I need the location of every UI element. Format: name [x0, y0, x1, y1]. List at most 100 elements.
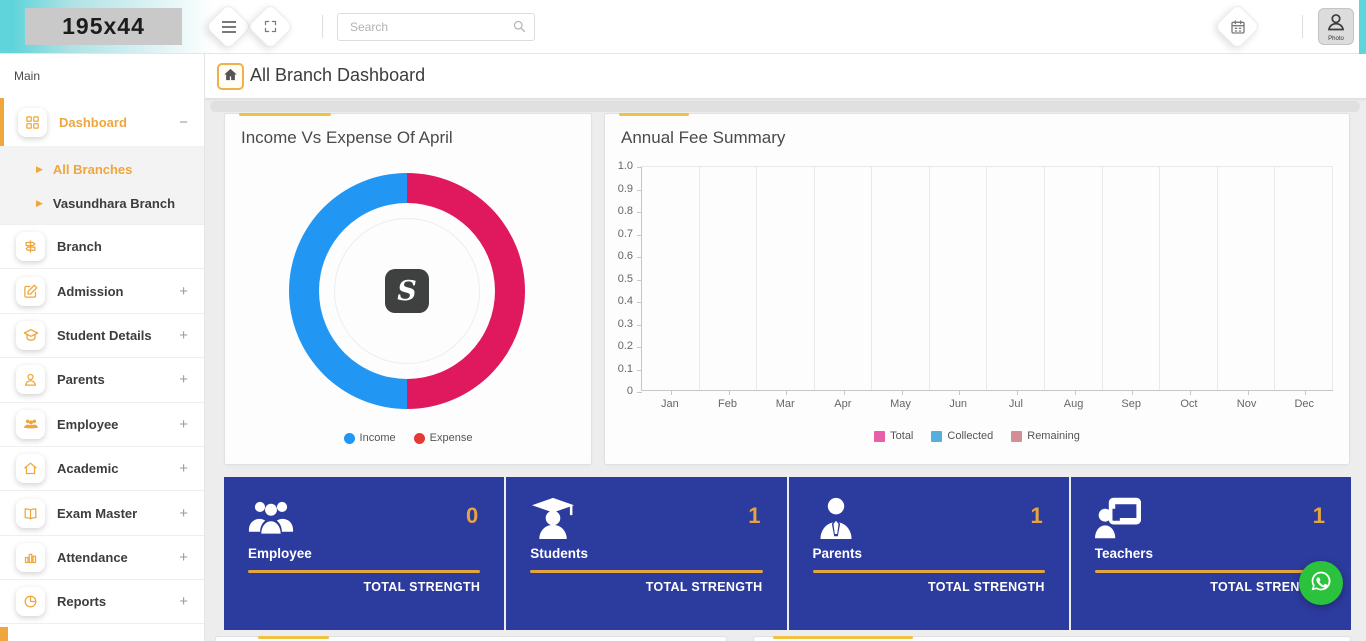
- gridline-column: [757, 167, 815, 390]
- caret-icon: ▶: [36, 164, 43, 175]
- legend-dot: [414, 433, 425, 444]
- annual-fee-card: Annual Fee Summary JanFebMarAprMayJunJul…: [604, 113, 1350, 465]
- sidebar-item-parents[interactable]: Parents+: [0, 357, 204, 401]
- fee-x-axis-labels: JanFebMarAprMayJunJulAugSepOctNovDec: [641, 398, 1333, 410]
- sidebar-item-student-details[interactable]: Student Details+: [0, 313, 204, 357]
- whatsapp-button[interactable]: [1299, 561, 1343, 605]
- bar-chart-icon: [16, 543, 45, 572]
- people-icon: [16, 410, 45, 439]
- x-axis-tick: [729, 390, 730, 395]
- legend-item-expense: Expense: [414, 432, 473, 444]
- x-axis-tick: [786, 390, 787, 395]
- sidebar-subitem-vasundhara-branch[interactable]: ▶Vasundhara Branch: [0, 186, 204, 220]
- parent-icon: [813, 497, 859, 539]
- x-axis-label: Feb: [699, 398, 757, 410]
- gridline-column: [642, 167, 700, 390]
- stat-value: 1: [1313, 503, 1325, 529]
- breadcrumb-bar: All Branch Dashboard: [205, 54, 1366, 99]
- x-axis-tick: [1305, 390, 1306, 395]
- collapse-indicator: −: [179, 114, 188, 131]
- hamburger-icon: [213, 11, 244, 42]
- sidebar-scroll-accent: [0, 627, 8, 641]
- edit-icon: [16, 277, 45, 306]
- horizontal-scrollbar[interactable]: [210, 101, 1360, 112]
- search-input[interactable]: [337, 13, 535, 41]
- gridline-column: [987, 167, 1045, 390]
- top-header: 195x44 Photo: [0, 0, 1366, 54]
- x-axis-tick: [1190, 390, 1191, 395]
- expand-indicator: +: [179, 416, 188, 433]
- search-icon[interactable]: [512, 19, 527, 39]
- sidebar-item-label: Academic: [57, 461, 179, 476]
- avatar-alt-text: Photo: [1328, 37, 1344, 42]
- x-axis-label: May: [872, 398, 930, 410]
- stat-value: 1: [748, 503, 760, 529]
- y-axis-tick: [637, 257, 642, 258]
- app-logo[interactable]: 195x44: [25, 8, 182, 45]
- expand-indicator: +: [179, 283, 188, 300]
- annual-fee-chart-plot: [641, 166, 1333, 391]
- legend-item-total: Total: [874, 430, 913, 442]
- legend-item-remaining: Remaining: [1011, 430, 1080, 442]
- employees-icon: [248, 497, 294, 539]
- pie-chart-icon: [16, 587, 45, 616]
- donut-legend: Income Expense: [225, 432, 591, 444]
- sidebar-item-reports[interactable]: Reports+: [0, 579, 204, 623]
- sidebar-item-admission[interactable]: Admission+: [0, 268, 204, 312]
- home-button[interactable]: [217, 63, 244, 90]
- sidebar-section-label: Main: [14, 69, 40, 83]
- sidebar-item-academic[interactable]: Academic+: [0, 446, 204, 490]
- user-avatar[interactable]: Photo: [1318, 8, 1354, 45]
- sidebar-item-attendance[interactable]: Attendance+: [0, 535, 204, 579]
- legend-item-collected: Collected: [931, 430, 993, 442]
- x-axis-tick: [959, 390, 960, 395]
- sidebar-item-branch[interactable]: Branch: [0, 224, 204, 268]
- legend-item-income: Income: [344, 432, 396, 444]
- calendar-icon: [1222, 11, 1253, 42]
- sidebar-item-employee[interactable]: Employee+: [0, 402, 204, 446]
- grad-cap-icon: [16, 321, 45, 350]
- expand-indicator: +: [179, 505, 188, 522]
- sidebar-item-exam-master[interactable]: Exam Master+: [0, 490, 204, 534]
- gridline-column: [815, 167, 873, 390]
- x-axis-label: Sep: [1102, 398, 1160, 410]
- gridline-column: [1103, 167, 1161, 390]
- legend-swatch: [931, 431, 942, 442]
- card-accent-line: [619, 113, 689, 116]
- x-axis-tick: [902, 390, 903, 395]
- x-axis-tick: [844, 390, 845, 395]
- fullscreen-icon: [255, 11, 286, 42]
- y-axis-tick: [637, 167, 642, 168]
- y-axis-tick: [637, 212, 642, 213]
- sidebar-item-label: Exam Master: [57, 506, 179, 521]
- sidebar-item-dashboard[interactable]: Dashboard −: [0, 98, 204, 146]
- next-row-card: [215, 636, 727, 641]
- sidebar-item-label: Admission: [57, 284, 179, 299]
- dashboard-submenu: ▶All Branches▶Vasundhara Branch: [0, 146, 204, 224]
- stat-cards-row: 0EmployeeTOTAL STRENGTH1StudentsTOTAL ST…: [224, 477, 1351, 630]
- x-axis-label: Apr: [814, 398, 872, 410]
- sidebar-subitem-all-branches[interactable]: ▶All Branches: [0, 152, 204, 186]
- fullscreen-button[interactable]: [247, 3, 294, 50]
- x-axis-label: Jul: [987, 398, 1045, 410]
- sidebar-toggle-button[interactable]: [205, 3, 252, 50]
- income-expense-title: Income Vs Expense Of April: [241, 128, 453, 148]
- stat-card-teachers: 1TeachersTOTAL STRENGTH: [1071, 477, 1351, 630]
- calendar-button[interactable]: [1214, 3, 1261, 50]
- card-accent-line: [239, 113, 331, 116]
- gridline-column: [1160, 167, 1218, 390]
- legend-dot: [344, 433, 355, 444]
- sidebar-item-label: Attendance: [57, 550, 179, 565]
- stat-value: 1: [1031, 503, 1043, 529]
- stat-value: 0: [466, 503, 478, 529]
- expand-indicator: +: [179, 327, 188, 344]
- gridline-column: [872, 167, 930, 390]
- y-axis-tick: [637, 235, 642, 236]
- card-accent-line: [773, 636, 913, 639]
- income-expense-card: Income Vs Expense Of April S IncomeExpen…: [224, 113, 592, 465]
- book-icon: [16, 499, 45, 528]
- y-axis-tick-label: 0.2: [573, 340, 633, 352]
- y-axis-tick: [637, 302, 642, 303]
- expand-indicator: +: [179, 549, 188, 566]
- gridline-column: [1275, 167, 1333, 390]
